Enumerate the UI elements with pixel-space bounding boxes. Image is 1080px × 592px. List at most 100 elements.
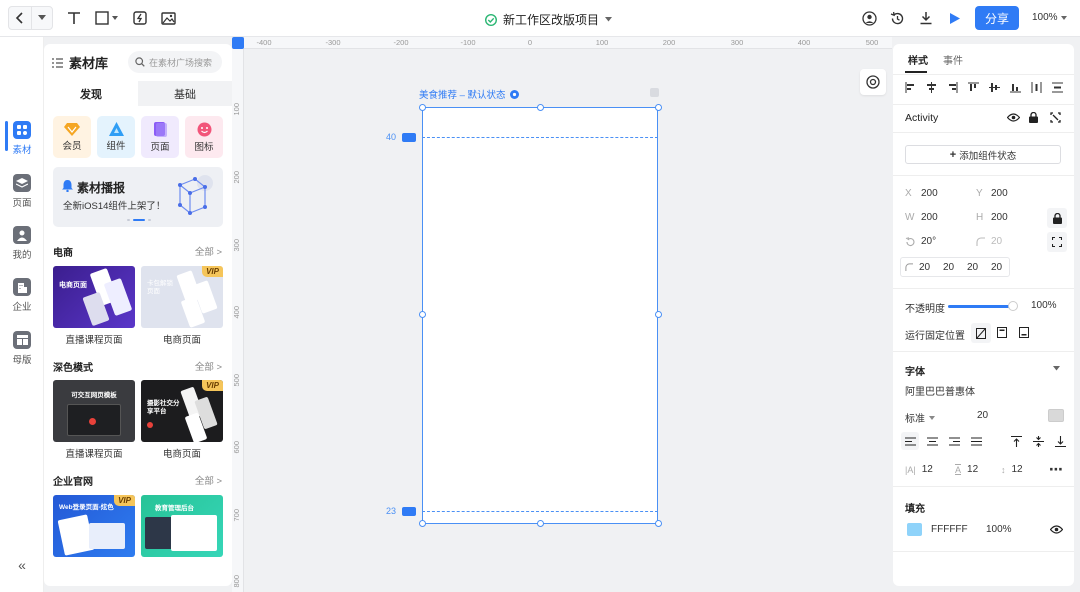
align-text-center-icon[interactable] xyxy=(923,432,941,450)
category-tile-icon[interactable]: 图标 xyxy=(185,116,223,158)
component-tool-icon[interactable] xyxy=(131,7,149,29)
more-options-icon[interactable]: ⋯ xyxy=(1049,461,1064,478)
height-field[interactable]: H 200 xyxy=(976,212,1008,223)
align-vcenter-icon[interactable] xyxy=(989,82,1000,93)
align-text-right-icon[interactable] xyxy=(945,432,963,450)
distribute-vertical-icon[interactable] xyxy=(1052,82,1063,93)
fix-bottom-icon[interactable] xyxy=(1019,327,1029,338)
lock-icon[interactable] xyxy=(1029,112,1038,123)
design-canvas[interactable]: -400 -300 -200 -100 0 100 200 300 400 50… xyxy=(232,37,892,592)
corner-radius-fields[interactable]: 20 20 20 20 xyxy=(900,257,1010,277)
resize-handle[interactable] xyxy=(537,520,544,527)
fill-color-swatch[interactable] xyxy=(907,523,922,536)
opacity-slider-handle[interactable] xyxy=(1008,301,1018,311)
template-thumbnail[interactable]: 卡包解锁页面 VIP xyxy=(141,266,223,328)
letter-spacing-field[interactable]: |A| 12 xyxy=(905,464,933,475)
tab-basic[interactable]: 基础 xyxy=(138,81,232,106)
history-dropdown-icon[interactable] xyxy=(32,7,52,29)
text-tool-icon[interactable] xyxy=(65,7,83,29)
opacity-value[interactable]: 100% xyxy=(1031,300,1057,311)
news-banner[interactable]: 素材播报 全新iOS14组件上架了！ xyxy=(53,167,223,227)
template-thumbnail[interactable]: 电商页面 xyxy=(53,266,135,328)
align-hcenter-icon[interactable] xyxy=(926,82,937,93)
align-bottom-icon[interactable] xyxy=(1010,82,1021,93)
template-thumbnail[interactable]: Web登录页面-炫色 VIP xyxy=(53,495,135,557)
library-search-input[interactable]: 在素材广场搜索 xyxy=(128,51,222,73)
rail-item-pages[interactable]: 页面 xyxy=(0,174,44,209)
fixed-none-button[interactable] xyxy=(971,323,991,343)
tab-discover[interactable]: 发现 xyxy=(44,81,138,106)
paragraph-spacing-field[interactable]: ↕ 12 xyxy=(1001,464,1023,475)
collapse-panel-icon[interactable]: « xyxy=(0,557,44,573)
font-size-field[interactable]: 20 xyxy=(977,410,988,421)
tab-events[interactable]: 事件 xyxy=(943,52,963,67)
locate-target-button[interactable] xyxy=(860,69,886,95)
text-color-swatch[interactable] xyxy=(1048,409,1064,422)
frame-label[interactable]: 美食推荐 – 默认状态 xyxy=(419,87,519,101)
section-all-link[interactable]: 全部 > xyxy=(195,359,222,373)
align-text-justify-icon[interactable] xyxy=(967,432,985,450)
guide-line-bottom[interactable] xyxy=(422,511,658,512)
preview-play-icon[interactable] xyxy=(946,7,964,29)
template-thumbnail[interactable]: 可交互网页模板 xyxy=(53,380,135,442)
category-tile-page[interactable]: 页面 xyxy=(141,116,179,158)
align-text-left-icon[interactable] xyxy=(901,432,919,450)
resize-handle[interactable] xyxy=(419,311,426,318)
align-right-icon[interactable] xyxy=(947,82,958,93)
independent-corners-button[interactable] xyxy=(1047,232,1067,252)
user-icon[interactable] xyxy=(860,7,878,29)
rotation-field[interactable]: 20° xyxy=(905,236,936,247)
resize-handle[interactable] xyxy=(655,104,662,111)
history-icon[interactable] xyxy=(888,7,906,29)
section-all-link[interactable]: 全部 > xyxy=(195,244,222,258)
template-thumbnail[interactable]: 摄影社交分享平台 VIP xyxy=(141,380,223,442)
resize-handle[interactable] xyxy=(537,104,544,111)
visibility-eye-icon[interactable] xyxy=(1050,525,1063,534)
template-thumbnail[interactable]: 教育管理后台 xyxy=(141,495,223,557)
distribute-horizontal-icon[interactable] xyxy=(1031,82,1042,93)
download-icon[interactable] xyxy=(917,7,935,29)
width-field[interactable]: W 200 xyxy=(905,212,938,223)
shape-tool-icon[interactable] xyxy=(94,7,120,29)
rail-item-master[interactable]: 母版 xyxy=(0,331,44,366)
resize-handle[interactable] xyxy=(419,520,426,527)
back-icon[interactable] xyxy=(9,7,33,29)
guide-line-top[interactable] xyxy=(422,137,658,138)
project-title-dropdown[interactable]: 新工作区改版项目 xyxy=(485,11,613,28)
fill-hex-field[interactable]: FFFFFF xyxy=(931,524,968,535)
rail-item-mine[interactable]: 我的 xyxy=(0,226,44,261)
y-field[interactable]: Y 200 xyxy=(976,188,1008,199)
lock-ratio-button[interactable] xyxy=(1047,208,1067,228)
opacity-slider-track[interactable] xyxy=(948,305,1012,308)
rail-item-materials[interactable]: 素材 xyxy=(0,121,44,156)
align-left-icon[interactable] xyxy=(905,82,916,93)
x-field[interactable]: X 200 xyxy=(905,188,938,199)
resize-handle[interactable] xyxy=(655,311,662,318)
section-all-link[interactable]: 全部 > xyxy=(195,473,222,487)
valign-bottom-icon[interactable] xyxy=(1051,432,1069,450)
valign-top-icon[interactable] xyxy=(1007,432,1025,450)
rail-item-enterprise[interactable]: 企业 xyxy=(0,278,44,313)
share-button[interactable]: 分享 xyxy=(975,6,1019,30)
zoom-dropdown[interactable]: 100% xyxy=(1032,12,1067,23)
add-component-state-button[interactable]: + 添加组件状态 xyxy=(905,145,1061,164)
font-weight-select[interactable]: 标准 xyxy=(905,410,935,425)
resize-handle[interactable] xyxy=(419,104,426,111)
valign-middle-icon[interactable] xyxy=(1029,432,1047,450)
chevron-down-icon[interactable] xyxy=(1053,366,1060,371)
resize-handle[interactable] xyxy=(655,520,662,527)
visibility-eye-icon[interactable] xyxy=(1007,113,1020,122)
font-family-select[interactable]: 阿里巴巴普惠体 xyxy=(905,383,975,398)
guide-handle-icon[interactable] xyxy=(402,507,416,516)
frame-interaction-icon[interactable] xyxy=(650,88,659,97)
align-top-icon[interactable] xyxy=(968,82,979,93)
fix-top-icon[interactable] xyxy=(997,327,1007,338)
ruler-corner-icon[interactable] xyxy=(232,37,244,49)
radius-field[interactable]: 20 xyxy=(976,236,1002,247)
back-button-group[interactable] xyxy=(8,6,53,30)
fill-opacity-field[interactable]: 100% xyxy=(986,524,1012,535)
category-tile-member[interactable]: 会员 xyxy=(53,116,91,158)
tab-style[interactable]: 样式 xyxy=(908,52,928,67)
selected-frame[interactable] xyxy=(422,107,658,524)
line-height-field[interactable]: A 12 xyxy=(955,464,978,475)
